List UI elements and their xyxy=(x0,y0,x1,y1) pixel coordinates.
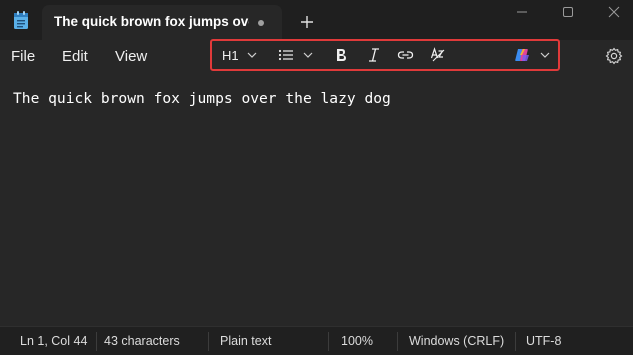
copilot-dropdown[interactable] xyxy=(514,41,552,69)
status-divider xyxy=(328,332,329,351)
list-dropdown[interactable] xyxy=(278,41,315,69)
title-bar: The quick brown fox jumps over xyxy=(0,0,633,40)
status-divider xyxy=(515,332,516,351)
tab-title: The quick brown fox jumps over xyxy=(54,14,249,29)
copilot-icon xyxy=(515,49,529,61)
editor-content[interactable]: The quick brown fox jumps over the lazy … xyxy=(13,90,391,107)
chevron-down-icon xyxy=(303,52,313,58)
tab-document[interactable]: The quick brown fox jumps over xyxy=(42,5,282,40)
chevron-down-icon xyxy=(540,52,550,58)
list-icon xyxy=(278,49,293,61)
menu-edit[interactable]: Edit xyxy=(62,48,88,65)
clear-formatting-icon xyxy=(430,47,445,62)
minimize-icon[interactable] xyxy=(508,4,536,20)
settings-icon[interactable] xyxy=(604,46,624,66)
status-divider xyxy=(96,332,97,351)
link-icon xyxy=(397,51,414,59)
status-divider xyxy=(208,332,209,351)
formatting-toolbar: H1 xyxy=(210,39,560,71)
new-tab-plus-icon[interactable] xyxy=(297,12,317,32)
link-button[interactable] xyxy=(397,41,414,69)
status-zoom[interactable]: 100% xyxy=(341,334,373,348)
close-icon[interactable] xyxy=(600,4,628,20)
menu-view[interactable]: View xyxy=(115,48,147,65)
italic-icon xyxy=(369,48,379,62)
notepad-app-icon xyxy=(14,11,28,29)
unsaved-dot-icon[interactable] xyxy=(258,20,264,26)
heading-dropdown[interactable]: H1 xyxy=(222,41,259,69)
status-encoding[interactable]: UTF-8 xyxy=(526,334,561,348)
bold-button[interactable] xyxy=(334,41,348,69)
chevron-down-icon xyxy=(247,52,257,58)
status-cursor-position: Ln 1, Col 44 xyxy=(20,334,88,348)
status-format[interactable]: Plain text xyxy=(220,334,271,348)
menu-file[interactable]: File xyxy=(11,48,35,65)
heading-label: H1 xyxy=(222,47,239,63)
clear-formatting-button[interactable] xyxy=(430,41,447,69)
status-character-count: 43 characters xyxy=(104,334,180,348)
status-divider xyxy=(397,332,398,351)
editor-area[interactable]: The quick brown fox jumps over the lazy … xyxy=(0,73,633,326)
maximize-icon[interactable] xyxy=(554,4,582,20)
status-line-ending[interactable]: Windows (CRLF) xyxy=(409,334,504,348)
bold-icon xyxy=(337,49,346,61)
italic-button[interactable] xyxy=(367,41,381,69)
status-bar: Ln 1, Col 44 43 characters Plain text 10… xyxy=(0,326,633,355)
